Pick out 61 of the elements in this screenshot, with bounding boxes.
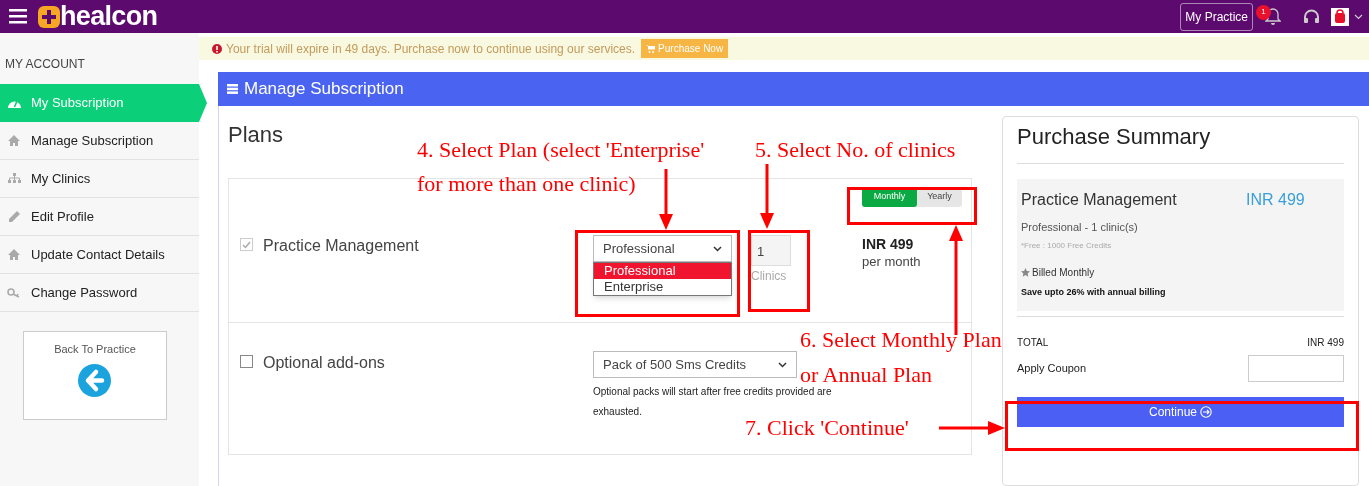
dropdown-option[interactable]: Enterprise	[594, 279, 731, 295]
checkbox[interactable]	[240, 238, 253, 251]
clinics-field[interactable]: 1	[751, 235, 791, 266]
item-price: INR 499	[1246, 190, 1305, 210]
section-title: Plans	[228, 122, 285, 148]
house-icon	[8, 249, 20, 260]
dropdown[interactable]: Professional	[593, 235, 732, 262]
annotation-text: 4. Select Plan (select 'Enterprise'	[417, 136, 705, 164]
annotation-arrow	[659, 169, 673, 230]
practice-button[interactable]: My Practice	[1180, 2, 1253, 31]
total-amount: INR 499	[1307, 336, 1344, 350]
notification-badge: 1	[1256, 4, 1271, 20]
panel-title: Manage Subscription	[244, 78, 404, 101]
sidebar-item[interactable]: Edit Profile	[0, 198, 199, 236]
plan-price: INR 499	[862, 235, 915, 253]
dropdown[interactable]: Pack of 500 Sms Credits	[593, 351, 797, 378]
sitemap-icon	[7, 173, 21, 184]
pencil-icon	[8, 210, 20, 223]
price-period: per month	[862, 253, 922, 271]
total-label: TOTAL	[1017, 336, 1049, 350]
alert-icon	[212, 43, 222, 54]
plan-name: Practice Management	[263, 236, 419, 256]
coupon-field[interactable]	[1248, 355, 1344, 382]
headset-icon[interactable]	[1303, 9, 1320, 24]
billing-cycle: Billed Monthly	[1032, 265, 1095, 280]
addon-name: Optional add-ons	[263, 353, 385, 373]
field-label: Clinics	[751, 268, 787, 285]
coupon-label: Apply Coupon	[1017, 361, 1087, 377]
item-name: Practice Management	[1021, 190, 1178, 210]
star-icon	[1021, 267, 1030, 277]
sidebar-item[interactable]: Change Password	[0, 274, 199, 312]
logo-text[interactable]: healcon	[60, 3, 158, 30]
toggle-option[interactable]: Yearly	[917, 187, 962, 207]
summary-title: Purchase Summary	[1017, 123, 1212, 151]
menu-icon[interactable]	[9, 9, 27, 24]
free-credits: *Free : 1000 Free Credits	[1021, 239, 1113, 252]
sidebar-item[interactable]: Manage Subscription	[0, 122, 199, 160]
back-button[interactable]: Back To Practice	[54, 341, 136, 397]
annotation-text: 6. Select Monthly Plan	[800, 326, 1002, 354]
key-icon	[7, 287, 21, 298]
list-icon	[227, 84, 238, 94]
dropdown-option[interactable]: Professional	[594, 263, 731, 279]
cross-icon	[38, 5, 60, 28]
plan-detail: Professional - 1 clinic(s)	[1021, 220, 1139, 235]
chevron-icon	[713, 245, 722, 252]
annotation-text: for more than one clinic)	[417, 170, 636, 198]
sidebar-item[interactable]: My Clinics	[0, 160, 199, 198]
arrow-circle-icon	[1200, 406, 1212, 418]
bell-icon[interactable]	[1265, 8, 1281, 25]
annotation-text: 5. Select No. of clinics	[755, 136, 956, 164]
cart-icon	[646, 44, 656, 53]
sidebar-item[interactable]: Update Contact Details	[0, 236, 199, 274]
sidebar-heading: MY ACCOUNT	[5, 56, 86, 71]
annotation-arrow	[939, 421, 1005, 435]
chevron-icon	[778, 361, 787, 368]
saving-note: Save upto 26% with annual billing	[1021, 285, 1167, 299]
annotation-arrow	[760, 164, 774, 229]
trial-message: Your trial will expire in 49 days. Purchase now to continue using our services.	[226, 40, 636, 58]
house-icon	[8, 135, 20, 146]
checkbox[interactable]	[240, 355, 253, 368]
chevron-icon[interactable]	[1354, 13, 1363, 20]
